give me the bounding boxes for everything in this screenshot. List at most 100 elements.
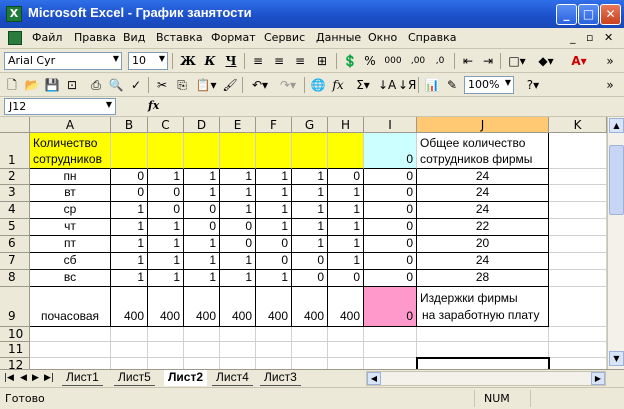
row-header[interactable]: 7 (0, 253, 30, 270)
day-value-cell[interactable]: 1 (328, 202, 364, 219)
cell[interactable] (148, 358, 184, 369)
cell[interactable] (184, 133, 220, 169)
cell[interactable] (328, 327, 364, 342)
cell-i9[interactable]: 0 (364, 287, 417, 327)
print-preview-icon[interactable]: 🔍 (108, 76, 124, 94)
sheet-tab[interactable]: Лист3 (260, 370, 301, 386)
scroll-left-icon[interactable]: ◀ (367, 372, 381, 385)
currency-icon[interactable]: 💲 (342, 52, 358, 70)
horizontal-scrollbar[interactable]: ◀ ▶ (366, 371, 606, 386)
cell[interactable] (184, 327, 220, 342)
cell[interactable] (30, 358, 111, 369)
cell[interactable] (292, 327, 328, 342)
menu-help[interactable]: Справка (408, 31, 456, 44)
row-header[interactable]: 1 (0, 133, 30, 169)
day-i-cell[interactable]: 0 (364, 236, 417, 253)
day-value-cell[interactable]: 0 (148, 185, 184, 202)
day-value-cell[interactable]: 1 (292, 185, 328, 202)
cut-icon[interactable]: ✂ (154, 76, 170, 94)
first-sheet-icon[interactable]: |◀ (4, 373, 14, 383)
save-icon[interactable]: 💾 (44, 76, 60, 94)
cell[interactable] (220, 358, 256, 369)
menu-view[interactable]: Вид (123, 31, 145, 44)
workbook-icon[interactable] (8, 31, 22, 45)
cell[interactable] (292, 358, 328, 369)
day-value-cell[interactable]: 1 (148, 236, 184, 253)
excel-icon[interactable]: X (6, 6, 22, 22)
hourly-value-cell[interactable]: 400 (111, 287, 148, 327)
day-value-cell[interactable]: 0 (328, 169, 364, 185)
font-size-select[interactable]: 10 ▼ (128, 52, 168, 70)
hourly-value-cell[interactable]: 400 (148, 287, 184, 327)
cell[interactable] (549, 270, 607, 287)
format-painter-icon[interactable]: 🖌 (222, 76, 238, 94)
worksheet-grid[interactable]: A B C D E F G H I J K 1 2 3 4 5 6 7 8 9 … (0, 117, 624, 369)
header-cell-a1[interactable]: Количество сотрудников (30, 133, 111, 169)
cell[interactable] (549, 327, 607, 342)
menu-file[interactable]: Файл (32, 31, 62, 44)
day-value-cell[interactable]: 1 (184, 185, 220, 202)
column-header-active[interactable]: J (417, 117, 549, 133)
day-value-cell[interactable]: 0 (328, 270, 364, 287)
hourly-label-cell[interactable]: почасовая (30, 287, 111, 327)
day-value-cell[interactable]: 1 (328, 236, 364, 253)
header-cell-j1[interactable]: Общее количество сотрудников фирмы (417, 133, 549, 169)
column-header[interactable]: H (328, 117, 364, 133)
day-value-cell[interactable]: 1 (148, 253, 184, 270)
day-value-cell[interactable]: 1 (220, 185, 256, 202)
spelling-icon[interactable]: ✓ (128, 76, 144, 94)
bold-button[interactable]: Ж (180, 52, 196, 70)
day-total-cell[interactable]: 22 (417, 219, 549, 236)
day-value-cell[interactable]: 1 (328, 219, 364, 236)
menu-insert[interactable]: Вставка (156, 31, 203, 44)
last-sheet-icon[interactable]: ▶| (44, 373, 54, 383)
cell[interactable] (148, 342, 184, 358)
scroll-thumb[interactable] (609, 145, 624, 215)
close-button[interactable]: ✕ (600, 4, 621, 25)
cell[interactable] (148, 327, 184, 342)
day-label-cell[interactable]: сб (30, 253, 111, 270)
sheet-tab[interactable]: Лист5 (114, 370, 155, 386)
doc-close-icon[interactable]: ✕ (604, 31, 613, 44)
day-value-cell[interactable]: 1 (111, 202, 148, 219)
hourly-value-cell[interactable]: 400 (328, 287, 364, 327)
merge-center-icon[interactable]: ⊞ (313, 52, 331, 70)
day-value-cell[interactable]: 1 (292, 219, 328, 236)
minimize-button[interactable]: _ (556, 4, 577, 25)
day-value-cell[interactable]: 1 (256, 219, 292, 236)
column-header[interactable]: C (148, 117, 184, 133)
day-i-cell[interactable]: 0 (364, 270, 417, 287)
day-value-cell[interactable]: 0 (184, 202, 220, 219)
drawing-icon[interactable]: ✎ (444, 76, 460, 94)
day-value-cell[interactable]: 0 (292, 253, 328, 270)
cell[interactable] (30, 342, 111, 358)
cell[interactable] (111, 133, 148, 169)
day-value-cell[interactable]: 1 (111, 253, 148, 270)
doc-minimize-icon[interactable]: _ (570, 31, 576, 44)
vertical-scrollbar[interactable]: ▲ ▼ (607, 117, 624, 369)
column-header[interactable]: B (111, 117, 148, 133)
day-value-cell[interactable]: 1 (148, 270, 184, 287)
day-value-cell[interactable]: 1 (220, 169, 256, 185)
row-header[interactable]: 8 (0, 270, 30, 287)
day-value-cell[interactable]: 1 (256, 270, 292, 287)
cell[interactable] (549, 219, 607, 236)
day-value-cell[interactable]: 1 (292, 236, 328, 253)
day-value-cell[interactable]: 0 (148, 202, 184, 219)
next-sheet-icon[interactable]: ▶ (32, 373, 39, 383)
toolbar-options-icon[interactable]: » (604, 52, 616, 70)
day-value-cell[interactable]: 1 (220, 270, 256, 287)
day-i-cell[interactable]: 0 (364, 169, 417, 185)
day-value-cell[interactable]: 0 (256, 253, 292, 270)
row-header[interactable]: 2 (0, 169, 30, 185)
toolbar-options-icon[interactable]: » (604, 76, 616, 94)
cell[interactable] (256, 327, 292, 342)
day-value-cell[interactable]: 1 (256, 202, 292, 219)
autosum-button[interactable]: Σ▾ (352, 76, 374, 94)
row-header[interactable]: 5 (0, 219, 30, 236)
column-header[interactable]: K (549, 117, 607, 133)
day-i-cell[interactable]: 0 (364, 219, 417, 236)
cell[interactable] (292, 133, 328, 169)
row-header[interactable]: 9 (0, 287, 30, 327)
day-label-cell[interactable]: вс (30, 270, 111, 287)
